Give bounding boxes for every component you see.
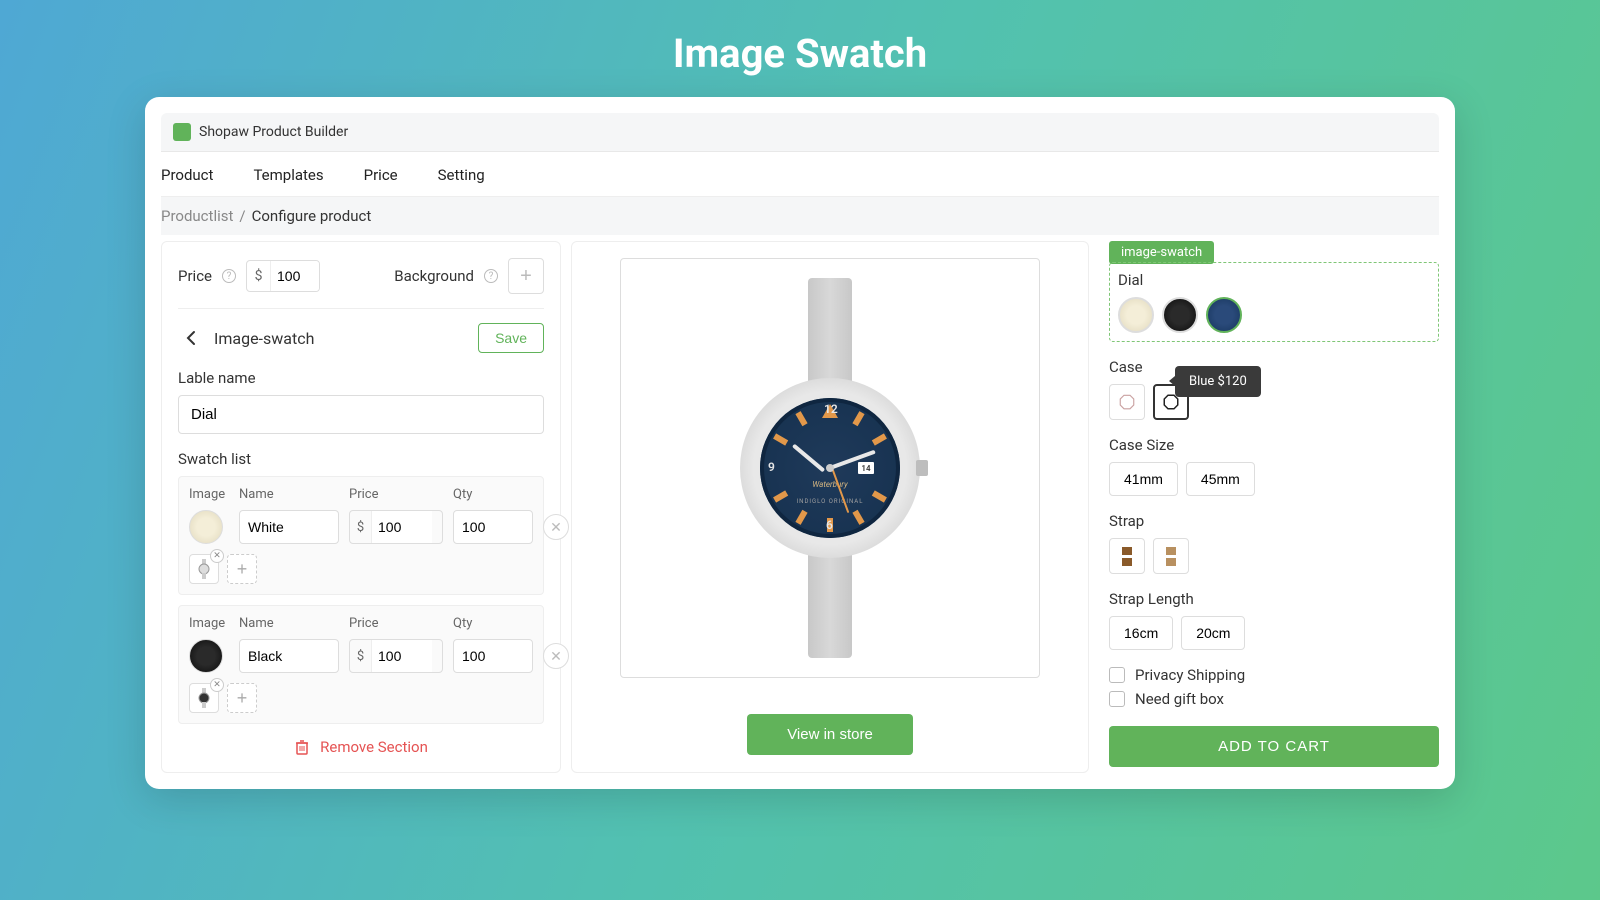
remove-variant-icon[interactable]: ✕: [210, 678, 224, 692]
date-window: 14: [858, 462, 874, 474]
label-name-input[interactable]: [178, 395, 544, 434]
case-size-option[interactable]: 45mm: [1186, 462, 1255, 496]
save-button[interactable]: Save: [478, 323, 544, 353]
remove-section-label: Remove Section: [320, 738, 428, 756]
add-background-button[interactable]: +: [508, 258, 544, 294]
tab-setting[interactable]: Setting: [438, 166, 485, 184]
col-image: Image: [189, 487, 229, 502]
price-input-wrap: $: [246, 260, 320, 292]
center-panel: 12 9 6 14 Waterbury INDIGLO ORIGINAL: [571, 241, 1089, 773]
privacy-shipping-checkbox[interactable]: [1109, 667, 1125, 683]
currency-symbol: $: [350, 511, 372, 543]
add-to-cart-button[interactable]: ADD TO CART: [1109, 726, 1439, 767]
breadcrumb-current: Configure product: [252, 207, 372, 225]
app-logo-icon: [173, 123, 191, 141]
background-label: Background: [394, 267, 474, 285]
strap-swatch-tan[interactable]: [1153, 538, 1189, 574]
octagon-icon: [1118, 393, 1136, 411]
help-icon[interactable]: ?: [484, 269, 498, 283]
swatch-thumb-icon[interactable]: [189, 639, 223, 673]
swatch-name-input[interactable]: [239, 510, 339, 544]
strap-length-option[interactable]: 20cm: [1181, 616, 1245, 650]
brand-text: Waterbury: [760, 480, 900, 489]
breadcrumb-sep: /: [239, 207, 245, 225]
swatch-name-input[interactable]: [239, 639, 339, 673]
strap-length-option-group: Strap Length 16cm 20cm: [1109, 590, 1439, 650]
strap-swatch-brown[interactable]: [1109, 538, 1145, 574]
dial-option-group: Dial: [1109, 262, 1439, 342]
hero-title: Image Swatch: [0, 0, 1600, 97]
tab-product[interactable]: Product: [161, 166, 213, 184]
gift-box-checkbox[interactable]: [1109, 691, 1125, 707]
remove-variant-icon[interactable]: ✕: [210, 549, 224, 563]
trash-icon: [294, 739, 310, 755]
case-swatch-round[interactable]: [1109, 384, 1145, 420]
section-title: Image-swatch: [214, 329, 314, 348]
currency-symbol: $: [350, 640, 372, 672]
currency-symbol: $: [247, 261, 271, 291]
swatch-list-label: Swatch list: [178, 450, 544, 468]
col-qty: Qty: [453, 487, 533, 502]
case-size-label: Case Size: [1109, 436, 1439, 454]
col-name: Name: [239, 487, 339, 502]
label-name-label: Lable name: [178, 369, 544, 387]
col-image: Image: [189, 616, 229, 631]
dial-swatch-black[interactable]: [1162, 297, 1198, 333]
delete-row-button[interactable]: ✕: [543, 514, 569, 540]
variant-thumb[interactable]: ✕: [189, 683, 219, 713]
breadcrumb: Productlist / Configure product: [161, 197, 1439, 235]
strap-length-option[interactable]: 16cm: [1109, 616, 1173, 650]
swatch-price-input[interactable]: [372, 640, 432, 672]
case-size-option-group: Case Size 41mm 45mm: [1109, 436, 1439, 496]
variant-thumb[interactable]: ✕: [189, 554, 219, 584]
swatch-qty-input[interactable]: [453, 639, 533, 673]
strap-label: Strap: [1109, 512, 1439, 530]
swatch-price-input[interactable]: [372, 511, 432, 543]
col-qty: Qty: [453, 616, 533, 631]
dial-label: Dial: [1118, 271, 1430, 289]
swatch-row-block: Image Name Price Qty $ ✕: [178, 605, 544, 724]
tab-templates[interactable]: Templates: [253, 166, 323, 184]
tab-price[interactable]: Price: [364, 166, 398, 184]
swatch-thumb-icon[interactable]: [189, 510, 223, 544]
section-badge: image-swatch: [1109, 241, 1214, 264]
strap-length-label: Strap Length: [1109, 590, 1439, 608]
price-label: Price: [178, 267, 212, 285]
col-price: Price: [349, 487, 443, 502]
watch-render: 12 9 6 14 Waterbury INDIGLO ORIGINAL: [730, 278, 930, 658]
swatch-row-block: Image Name Price Qty $ ✕: [178, 476, 544, 595]
sub-brand-text: INDIGLO ORIGINAL: [760, 498, 900, 505]
strap-option-group: Strap: [1109, 512, 1439, 574]
price-input[interactable]: [271, 261, 319, 291]
case-option-group: Blue $120 Case: [1109, 358, 1439, 420]
col-name: Name: [239, 616, 339, 631]
app-titlebar: Shopaw Product Builder: [161, 113, 1439, 152]
add-variant-button[interactable]: +: [227, 554, 257, 584]
right-panel: image-swatch Dial Blue $120 Case: [1099, 241, 1439, 773]
add-variant-button[interactable]: +: [227, 683, 257, 713]
help-icon[interactable]: ?: [222, 269, 236, 283]
left-panel: Price ? $ Background ? +: [161, 241, 561, 773]
swatch-tooltip: Blue $120: [1175, 366, 1261, 397]
nav-tabs: Product Templates Price Setting: [161, 152, 1439, 197]
app-title: Shopaw Product Builder: [199, 124, 348, 140]
privacy-shipping-label: Privacy Shipping: [1135, 666, 1245, 684]
remove-section-button[interactable]: Remove Section: [178, 738, 544, 756]
col-price: Price: [349, 616, 443, 631]
back-chevron-icon[interactable]: [178, 325, 204, 351]
dial-swatch-blue[interactable]: [1206, 297, 1242, 333]
view-in-store-button[interactable]: View in store: [747, 714, 913, 755]
gift-box-label: Need gift box: [1135, 690, 1224, 708]
swatch-qty-input[interactable]: [453, 510, 533, 544]
product-preview: 12 9 6 14 Waterbury INDIGLO ORIGINAL: [620, 258, 1040, 678]
case-size-option[interactable]: 41mm: [1109, 462, 1178, 496]
breadcrumb-parent[interactable]: Productlist: [161, 207, 233, 225]
delete-row-button[interactable]: ✕: [543, 643, 569, 669]
dial-swatch-white[interactable]: [1118, 297, 1154, 333]
app-window: Shopaw Product Builder Product Templates…: [145, 97, 1455, 789]
case-label: Case: [1109, 358, 1439, 376]
